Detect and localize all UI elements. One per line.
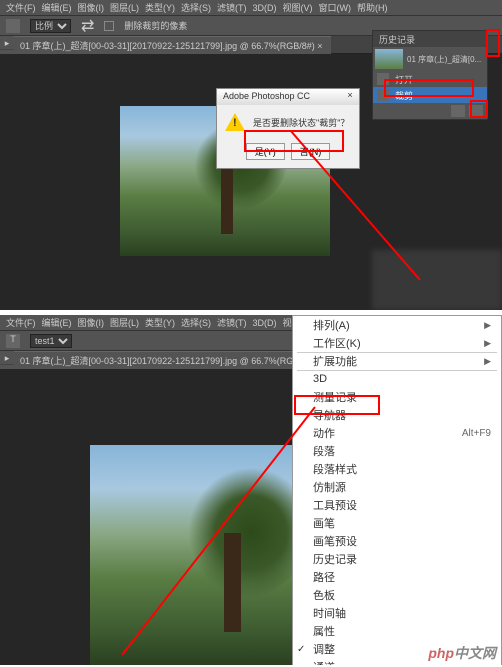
window-menu-item[interactable]: 3D [293, 370, 501, 388]
dialog-message: 是否要删除状态"裁剪"？ [253, 116, 349, 129]
window-menu-dropdown: 排列(A)▶工作区(K)▶扩展功能▶3D测量记录导航器动作Alt+F9段落段落样… [292, 315, 502, 665]
submenu-arrow-icon: ▶ [484, 356, 491, 367]
window-menu-item[interactable]: 排列(A) ▶ [293, 316, 501, 334]
menu-3d[interactable]: 3D(D) [253, 3, 277, 13]
delete-pixels-label: 删除裁剪的像素 [124, 19, 187, 32]
menu-edit[interactable]: 编辑(E) [42, 1, 72, 14]
type-tool-icon[interactable]: T [6, 334, 20, 348]
main-menu-bar: 文件(F) 编辑(E) 图像(I) 图层(L) 类型(Y) 选择(S) 滤镜(T… [0, 0, 502, 16]
menu-3d[interactable]: 3D(D) [253, 318, 277, 328]
window-menu-item[interactable]: 工具预设 [293, 496, 501, 514]
highlight-actions-menu-item [294, 395, 380, 415]
menu-image[interactable]: 图像(I) [78, 1, 105, 14]
menu-item-label: 调整 [313, 641, 335, 657]
watermark-text: 中文网 [454, 645, 496, 661]
menu-layer[interactable]: 图层(L) [110, 316, 139, 329]
warning-icon [225, 113, 245, 131]
menu-image[interactable]: 图像(I) [78, 316, 105, 329]
window-menu-item[interactable]: 属性 [293, 622, 501, 640]
top-screenshot: 文件(F) 编辑(E) 图像(I) 图层(L) 类型(Y) 选择(S) 滤镜(T… [0, 0, 502, 310]
menu-file[interactable]: 文件(F) [6, 316, 36, 329]
confirm-delete-dialog: Adobe Photoshop CC × 是否要删除状态"裁剪"？ 是(Y) 否… [216, 88, 360, 169]
menu-help[interactable]: 帮助(H) [357, 1, 388, 14]
window-menu-item[interactable]: 仿制源 [293, 478, 501, 496]
history-snapshot-row[interactable]: 01 序章(上)_超清[0... [373, 47, 487, 71]
bottom-screenshot: 文件(F) 编辑(E) 图像(I) 图层(L) 类型(Y) 选择(S) 滤镜(T… [0, 315, 502, 665]
menu-view[interactable]: 视图(V) [283, 1, 313, 14]
menu-item-label: 动作 [313, 425, 335, 441]
history-panel-title: 历史记录 [373, 31, 487, 47]
menu-item-label: 工作区(K) [313, 335, 361, 351]
window-menu-item[interactable]: 历史记录 [293, 550, 501, 568]
window-menu-item[interactable]: 段落样式 [293, 460, 501, 478]
dialog-titlebar: Adobe Photoshop CC × [217, 89, 359, 105]
window-menu-item[interactable]: 色板 [293, 586, 501, 604]
watermark: php中文网 [428, 643, 496, 663]
move-tool-icon[interactable]: ▸ [0, 351, 14, 365]
snapshot-thumbnail [375, 49, 403, 69]
highlight-delete-button [470, 100, 488, 118]
menu-file[interactable]: 文件(F) [6, 1, 36, 14]
document-tab[interactable]: 01 序章(上)_超清[00-03-31][20170922-125121799… [12, 36, 331, 54]
delete-pixels-checkbox[interactable] [104, 21, 114, 31]
menu-filter[interactable]: 滤镜(T) [217, 316, 247, 329]
menu-type[interactable]: 类型(Y) [145, 316, 175, 329]
window-menu-item[interactable]: 路径 [293, 568, 501, 586]
menu-item-label: 排列(A) [313, 317, 350, 333]
window-menu-item[interactable]: 时间轴 [293, 604, 501, 622]
watermark-brand: php [428, 645, 454, 661]
submenu-arrow-icon: ▶ [484, 338, 491, 349]
blurred-region [372, 250, 502, 310]
move-tool-icon[interactable]: ▸ [0, 36, 14, 50]
menu-item-label: 画笔 [313, 515, 335, 531]
highlight-panel-flyout-icon [486, 29, 500, 57]
document-tab[interactable]: 01 序章(上)_超清[00-03-31][20170922-125121799… [12, 351, 331, 369]
menu-edit[interactable]: 编辑(E) [42, 316, 72, 329]
menu-item-shortcut: Alt+F9 [462, 428, 491, 439]
swap-icon[interactable]: ⇄ [81, 16, 94, 36]
dialog-close-icon[interactable]: × [343, 90, 357, 102]
checkmark-icon: ✓ [297, 644, 305, 655]
menu-item-label: 扩展功能 [313, 353, 357, 369]
window-menu-item[interactable]: 扩展功能 ▶ [293, 352, 501, 370]
menu-item-label: 路径 [313, 569, 335, 585]
menu-window[interactable]: 窗口(W) [319, 1, 352, 14]
menu-select[interactable]: 选择(S) [181, 1, 211, 14]
menu-item-label: 3D [313, 373, 327, 385]
window-menu-item[interactable]: 段落 [293, 442, 501, 460]
window-menu-item[interactable]: 画笔 [293, 514, 501, 532]
window-menu-item[interactable]: 工作区(K) ▶ [293, 334, 501, 352]
ratio-select[interactable]: 比例 [30, 19, 71, 33]
menu-item-label: 色板 [313, 587, 335, 603]
highlight-dialog-buttons [244, 130, 344, 152]
menu-item-label: 历史记录 [313, 551, 357, 567]
dialog-title: Adobe Photoshop CC [223, 91, 310, 101]
crop-tool-icon[interactable] [6, 19, 20, 33]
menu-item-label: 时间轴 [313, 605, 346, 621]
menu-type[interactable]: 类型(Y) [145, 1, 175, 14]
menu-item-label: 段落 [313, 443, 335, 459]
menu-item-label: 通道 [313, 659, 335, 665]
font-select[interactable]: test1 [30, 334, 72, 348]
highlight-crop-state [384, 79, 474, 97]
menu-layer[interactable]: 图层(L) [110, 1, 139, 14]
menu-select[interactable]: 选择(S) [181, 316, 211, 329]
snapshot-label: 01 序章(上)_超清[0... [407, 54, 481, 65]
menu-item-label: 工具预设 [313, 497, 357, 513]
submenu-arrow-icon: ▶ [484, 320, 491, 331]
new-snapshot-button[interactable] [451, 105, 465, 117]
menu-filter[interactable]: 滤镜(T) [217, 1, 247, 14]
menu-item-label: 画笔预设 [313, 533, 357, 549]
window-menu-item[interactable]: 动作 Alt+F9 [293, 424, 501, 442]
menu-item-label: 段落样式 [313, 461, 357, 477]
menu-item-label: 仿制源 [313, 479, 346, 495]
window-menu-item[interactable]: 画笔预设 [293, 532, 501, 550]
menu-item-label: 属性 [313, 623, 335, 639]
